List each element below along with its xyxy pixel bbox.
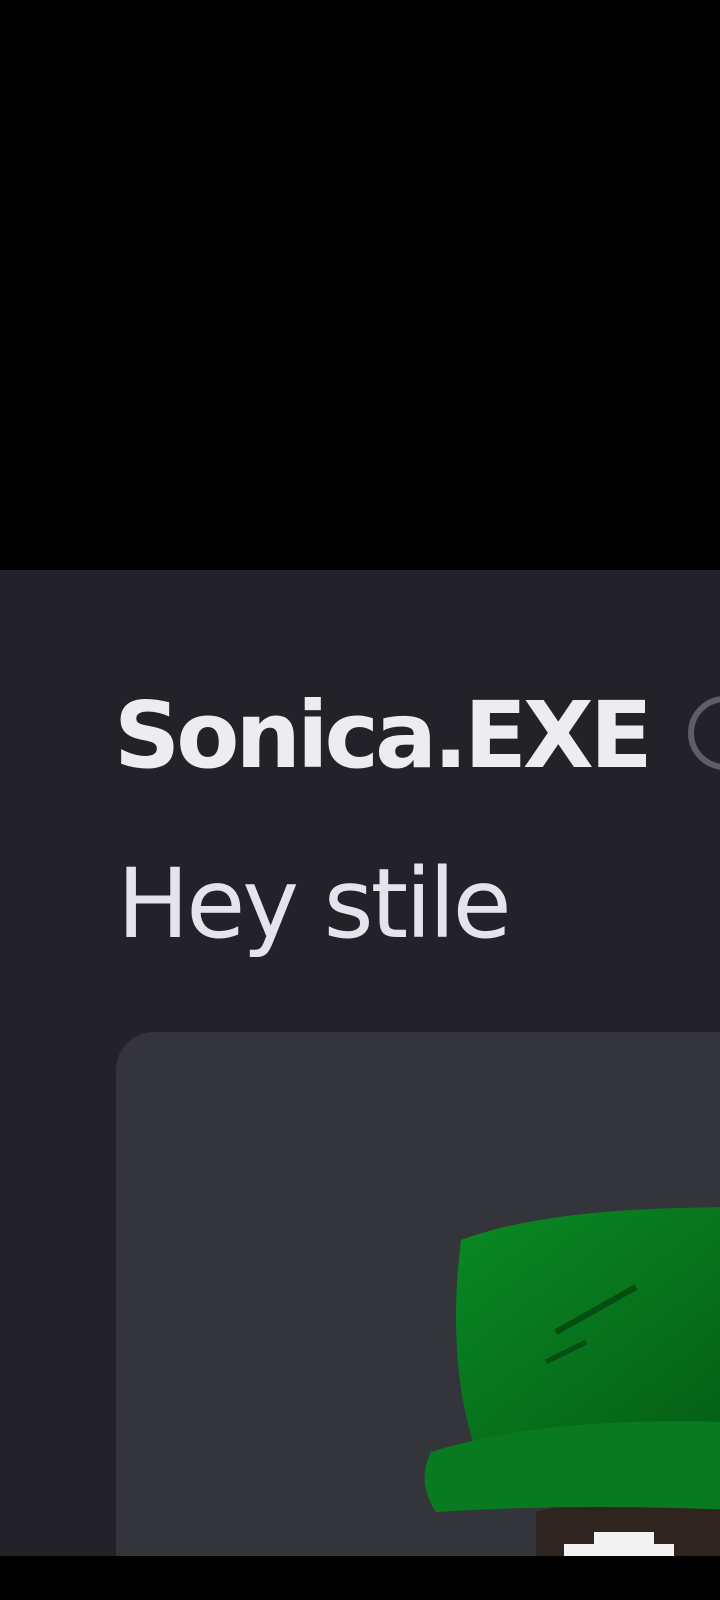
author-badge-icon bbox=[688, 696, 720, 770]
chat-message: Sonica.EXE Hey stile bbox=[0, 570, 720, 1556]
video-letterbox-bottom bbox=[0, 1556, 720, 1600]
message-text: Hey stile bbox=[117, 848, 512, 960]
video-letterbox-top bbox=[0, 0, 720, 570]
image-attachment[interactable] bbox=[116, 1032, 720, 1556]
message-author[interactable]: Sonica.EXE bbox=[114, 690, 653, 782]
screen: Sonica.EXE Hey stile bbox=[0, 0, 720, 1600]
green-hat-icon bbox=[424, 1207, 720, 1556]
